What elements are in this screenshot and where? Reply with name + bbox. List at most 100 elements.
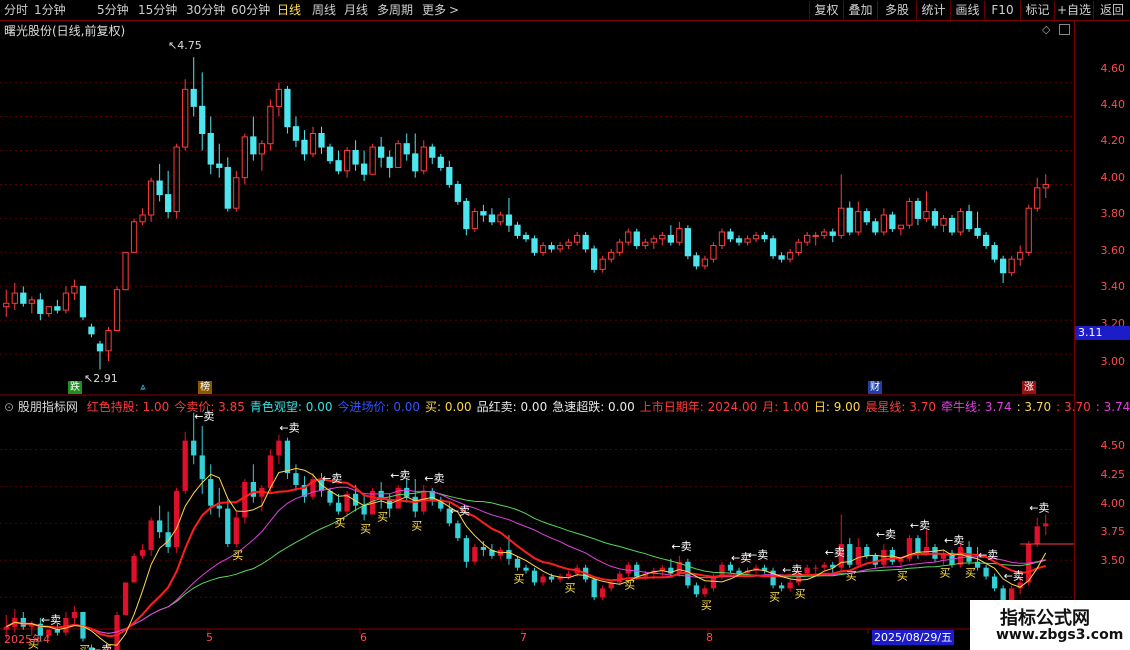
ind-candle xyxy=(1043,523,1049,527)
ind-candle xyxy=(702,588,708,595)
low-price-label: ↖2.91 xyxy=(84,372,118,385)
ind-candle xyxy=(778,585,785,589)
ind-candle xyxy=(148,520,154,550)
sell-signal: ←卖 xyxy=(41,614,61,627)
axis-label: 3.80 xyxy=(1100,207,1126,220)
candle xyxy=(999,258,1007,274)
candle xyxy=(965,211,973,230)
sell-signal: ←卖 xyxy=(1029,501,1049,514)
sell-signal: ←卖 xyxy=(194,410,214,423)
ind-candle xyxy=(693,585,700,595)
candle xyxy=(880,214,887,233)
candle xyxy=(463,200,470,230)
ind-axis-label: 4.50 xyxy=(1100,439,1126,452)
ind-candle xyxy=(284,440,291,474)
ind-candle xyxy=(233,517,239,545)
candle xyxy=(642,241,649,247)
candle xyxy=(216,163,223,168)
candle xyxy=(923,211,930,219)
ind-candle xyxy=(191,440,197,456)
candle xyxy=(684,228,692,257)
ind-candle xyxy=(855,547,861,565)
ind-axis-label: 3.75 xyxy=(1100,525,1126,538)
kline-chart[interactable]: ←卖←卖←卖←卖←卖 ←卖 ←卖←卖←卖←卖←卖←卖←卖←卖←卖←卖←卖←卖←卖买买… xyxy=(0,0,1074,650)
ind-candle xyxy=(156,520,163,533)
candle xyxy=(539,245,547,253)
ind-candle xyxy=(736,570,742,574)
candle xyxy=(258,143,266,155)
candle xyxy=(403,143,410,155)
ind-candle xyxy=(20,617,26,627)
candle xyxy=(531,238,538,253)
event-tag-list[interactable]: 榜 xyxy=(198,381,212,394)
sell-signal: ←卖 xyxy=(671,540,691,553)
price-axis: 4.60 4.40 4.20 4.00 3.80 3.60 3.40 3.20 … xyxy=(1074,21,1130,629)
candle xyxy=(241,136,248,179)
candle xyxy=(838,207,845,236)
candle xyxy=(804,234,811,243)
ind-candle xyxy=(3,626,9,630)
sell-signal: ←卖 xyxy=(910,519,930,532)
ind-candle xyxy=(710,576,717,589)
sell-signal: ←卖 xyxy=(92,643,112,650)
ind-candle xyxy=(957,547,964,565)
candle xyxy=(940,217,947,226)
ind-candle xyxy=(813,567,819,569)
lightning-icon[interactable]: ⩓ xyxy=(136,381,150,394)
sell-signal: ←卖 xyxy=(450,504,470,517)
candle xyxy=(625,231,632,243)
candle xyxy=(659,234,666,240)
event-tag-finance[interactable]: 财 xyxy=(868,381,882,394)
ind-axis-label: 3.50 xyxy=(1100,554,1126,567)
sell-signal: ←卖 xyxy=(944,534,964,547)
sell-signal: ←卖 xyxy=(390,469,410,482)
candle xyxy=(420,146,427,172)
candle xyxy=(28,299,35,304)
ind-candle xyxy=(991,576,998,589)
axis-label: 3.00 xyxy=(1100,355,1126,368)
ind-candle xyxy=(821,564,827,568)
candle xyxy=(752,234,760,240)
candle xyxy=(3,302,10,308)
candle xyxy=(165,194,172,213)
event-tag-drop[interactable]: 跌 xyxy=(68,381,82,394)
buy-signal: 买 xyxy=(79,644,90,650)
sell-signal: ←卖 xyxy=(876,528,896,541)
ind-candle xyxy=(412,496,418,512)
buy-signal: 买 xyxy=(795,587,806,600)
ind-candle xyxy=(122,582,129,615)
axis-label: 3.60 xyxy=(1100,244,1126,257)
x-label: 8 xyxy=(706,631,713,644)
ind-candle xyxy=(506,549,512,559)
candle xyxy=(378,146,385,158)
ind-candle xyxy=(1000,588,1006,601)
ind-candle xyxy=(267,455,274,488)
buy-signal: 买 xyxy=(624,579,635,592)
ind-candle xyxy=(293,473,299,485)
candle xyxy=(735,238,743,243)
ind-candle xyxy=(548,576,555,580)
candle xyxy=(284,88,291,128)
ind-candle xyxy=(335,502,342,512)
ind-candle xyxy=(600,588,606,598)
candle xyxy=(616,241,623,253)
candle xyxy=(292,126,300,141)
sell-signal: ←卖 xyxy=(782,564,802,577)
candle xyxy=(79,285,87,318)
ind-candle xyxy=(898,558,904,562)
buy-signal: 买 xyxy=(377,511,388,524)
ind-candle xyxy=(242,482,248,518)
event-tag-rise[interactable]: 涨 xyxy=(1022,381,1036,394)
candle xyxy=(573,234,581,243)
sell-signal: ←卖 xyxy=(825,546,845,559)
candle xyxy=(778,255,785,260)
ind-candle xyxy=(250,482,256,497)
candle xyxy=(71,285,78,294)
watermark-line2: www.zbgs3.com xyxy=(996,627,1124,643)
ind-candle xyxy=(361,505,367,515)
ind-candle xyxy=(523,567,529,571)
back-button[interactable]: 返回 xyxy=(1093,1,1130,19)
ind-candle xyxy=(514,558,521,568)
candle xyxy=(54,306,61,311)
candle xyxy=(514,224,521,236)
